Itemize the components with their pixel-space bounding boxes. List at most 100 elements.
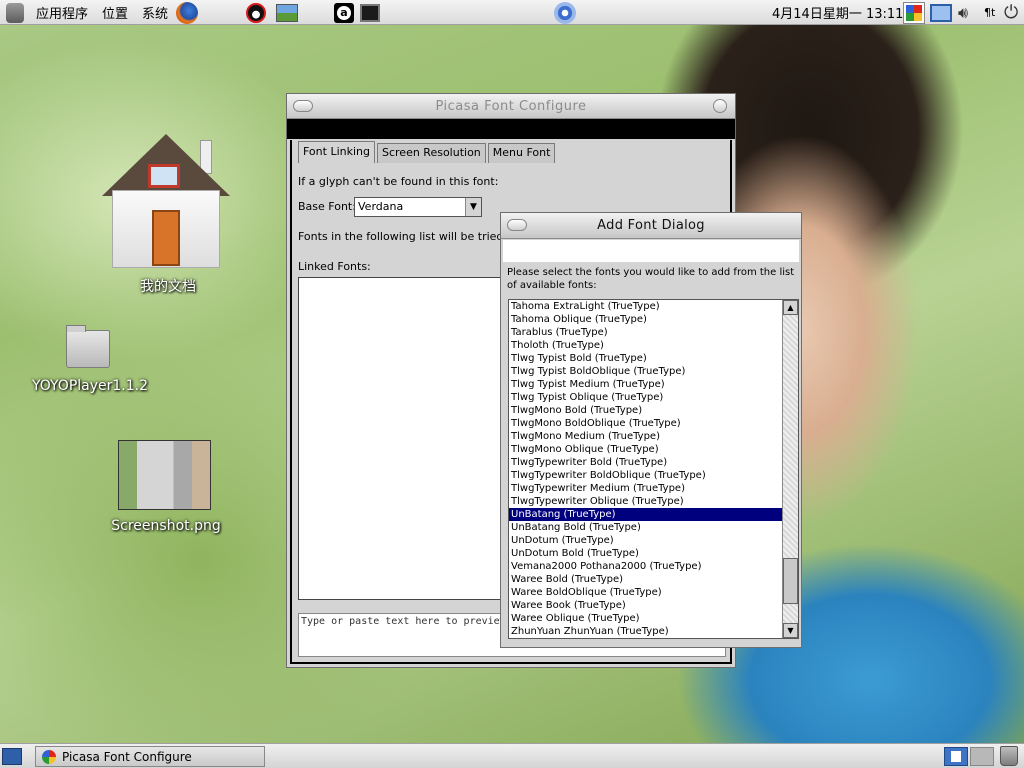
dialog-instructions: Please select the fonts you would like t… — [507, 267, 795, 291]
workspace-2[interactable] — [970, 747, 994, 766]
picasa-icon — [903, 1, 925, 24]
base-font-label: Base Font: — [298, 200, 356, 213]
font-list-item[interactable]: ZhunYuan ZhunYuan (TrueType) — [509, 625, 783, 638]
taskbar-button-picasa[interactable]: Picasa Font Configure — [35, 746, 265, 767]
font-list-item[interactable]: Tholoth (TrueType) — [509, 339, 783, 352]
system-menu[interactable]: 系统 — [138, 0, 172, 25]
firefox-launcher[interactable] — [176, 0, 198, 25]
window-close-button[interactable] — [713, 99, 727, 113]
base-font-select[interactable]: Verdana ▼ — [354, 197, 482, 217]
a-icon: a — [334, 2, 354, 23]
font-list-item[interactable]: TlwgTypewriter BoldOblique (TrueType) — [509, 469, 783, 482]
desktop-icon-label-documents[interactable]: 我的文档 — [108, 276, 228, 296]
font-list-item[interactable]: UnDotum (TrueType) — [509, 534, 783, 547]
font-list-item[interactable]: TlwgTypewriter Oblique (TrueType) — [509, 495, 783, 508]
desktop-icon-label-screenshot[interactable]: Screenshot.png — [104, 518, 228, 534]
workspace-1[interactable] — [944, 747, 968, 766]
font-list-item[interactable]: TlwgTypewriter Medium (TrueType) — [509, 482, 783, 495]
trash-icon[interactable] — [1000, 746, 1018, 766]
bottom-panel: Picasa Font Configure — [0, 743, 1024, 768]
house-window — [148, 164, 180, 188]
folder-icon[interactable] — [66, 325, 110, 368]
dialog-titlebar[interactable]: Add Font Dialog — [501, 213, 801, 239]
scroll-down-button[interactable]: ▼ — [783, 623, 798, 638]
font-list-item[interactable]: UnBatang Bold (TrueType) — [509, 521, 783, 534]
house-door — [152, 210, 180, 266]
input-method-indicator[interactable]: ¶t — [984, 0, 995, 25]
font-list-item[interactable]: Vemana2000 Pothana2000 (TrueType) — [509, 560, 783, 573]
chevron-down-icon[interactable]: ▼ — [465, 198, 481, 216]
power-button[interactable]: ⏻ — [1004, 0, 1018, 25]
font-list-item[interactable]: Tlwg Typist Medium (TrueType) — [509, 378, 783, 391]
foot-icon — [6, 2, 24, 23]
tab-bar: Font Linking Screen Resolution Menu Font — [298, 141, 557, 163]
font-list-item[interactable]: Tarablus (TrueType) — [509, 326, 783, 339]
font-list-item[interactable]: Tlwg Typist Oblique (TrueType) — [509, 391, 783, 404]
desktop-icon-label-yoyoplayer[interactable]: YOYOPlayer1.1.2 — [28, 378, 152, 394]
linked-fonts-label: Linked Fonts: — [298, 260, 371, 273]
speaker-icon: 🔊︎ — [958, 2, 969, 22]
show-desktop-icon[interactable] — [2, 748, 22, 765]
main-window-title: Picasa Font Configure — [435, 98, 587, 114]
font-list-item[interactable]: UnBatang (TrueType) — [509, 508, 783, 521]
places-menu-label: 位置 — [102, 7, 129, 22]
font-list-item[interactable]: UnDotum Bold (TrueType) — [509, 547, 783, 560]
home-folder-icon[interactable] — [100, 132, 234, 270]
font-list-item[interactable]: Tahoma Oblique (TrueType) — [509, 313, 783, 326]
font-list-item[interactable]: Tlwg Typist Bold (TrueType) — [509, 352, 783, 365]
firefox-icon — [176, 1, 198, 24]
font-list-item[interactable]: Waree Book (TrueType) — [509, 599, 783, 612]
picasa-tray-button[interactable] — [903, 0, 925, 25]
font-list-item[interactable]: Waree BoldOblique (TrueType) — [509, 586, 783, 599]
dialog-menu-button[interactable] — [507, 219, 527, 231]
available-fonts-list[interactable]: Tahoma ExtraLight (TrueType) Tahoma Obliq… — [508, 299, 799, 639]
main-window-titlebar[interactable]: Picasa Font Configure — [287, 94, 735, 119]
taskbar-button-label: Picasa Font Configure — [62, 749, 192, 764]
font-list-item[interactable]: TlwgTypewriter Bold (TrueType) — [509, 456, 783, 469]
tab-font-linking[interactable]: Font Linking — [298, 141, 375, 163]
network-icon — [554, 1, 576, 24]
tab-menu-font[interactable]: Menu Font — [487, 143, 556, 163]
terminal-icon — [360, 3, 380, 22]
picasa-icon — [42, 749, 56, 764]
dialog-header-area — [503, 240, 799, 262]
input-method-text: ¶t — [984, 6, 996, 19]
network-applet[interactable] — [554, 0, 576, 25]
base-font-value: Verdana — [358, 200, 404, 213]
font-list-item[interactable]: Tahoma ExtraLight (TrueType) — [509, 300, 783, 313]
qq-launcher[interactable] — [246, 0, 266, 25]
scroll-up-button[interactable]: ▲ — [783, 300, 798, 315]
font-list-item[interactable]: TlwgMono Medium (TrueType) — [509, 430, 783, 443]
font-list-item[interactable]: TlwgMono BoldOblique (TrueType) — [509, 417, 783, 430]
image-thumbnail-icon[interactable] — [118, 440, 211, 510]
volume-applet[interactable]: 🔊︎ — [958, 0, 968, 25]
add-font-dialog: Add Font Dialog Please select the fonts … — [500, 212, 802, 648]
font-list-item[interactable]: TlwgMono Bold (TrueType) — [509, 404, 783, 417]
foot-menu-button[interactable] — [6, 0, 24, 25]
top-panel: 应用程序 位置 系统 a 4月14日星期一 13:11 🔊︎ ¶t ⏻ — [0, 0, 1024, 25]
applications-menu-label: 应用程序 — [36, 7, 89, 22]
font-list-item[interactable]: TlwgMono Oblique (TrueType) — [509, 443, 783, 456]
font-items: Tahoma ExtraLight (TrueType) Tahoma Obliq… — [509, 300, 798, 638]
clock-text: 4月14日星期一 13:11 — [772, 7, 904, 22]
font-list-item[interactable]: Waree Bold (TrueType) — [509, 573, 783, 586]
photo-icon — [276, 3, 298, 22]
image-viewer-launcher[interactable] — [276, 0, 298, 25]
scroll-thumb[interactable] — [783, 558, 798, 604]
menu-strip — [287, 119, 735, 139]
applications-menu[interactable]: 应用程序 — [32, 0, 92, 25]
system-menu-label: 系统 — [142, 7, 169, 22]
font-list-item[interactable]: Tlwg Typist BoldOblique (TrueType) — [509, 365, 783, 378]
preview-placeholder: Type or paste text here to preview — [301, 616, 506, 627]
font-list-scrollbar[interactable]: ▲ ▼ — [782, 300, 798, 638]
a-launcher[interactable]: a — [334, 0, 354, 25]
terminal-launcher[interactable] — [360, 0, 380, 25]
tab-screen-resolution[interactable]: Screen Resolution — [376, 143, 486, 163]
glyph-fallback-text: If a glyph can't be found in this font: — [298, 175, 499, 188]
font-list-item[interactable]: Waree Oblique (TrueType) — [509, 612, 783, 625]
places-menu[interactable]: 位置 — [98, 0, 132, 25]
clock[interactable]: 4月14日星期一 13:11 — [772, 0, 903, 25]
window-menu-button[interactable] — [293, 100, 313, 112]
power-icon: ⏻ — [1004, 2, 1019, 23]
display-applet[interactable] — [930, 0, 952, 25]
